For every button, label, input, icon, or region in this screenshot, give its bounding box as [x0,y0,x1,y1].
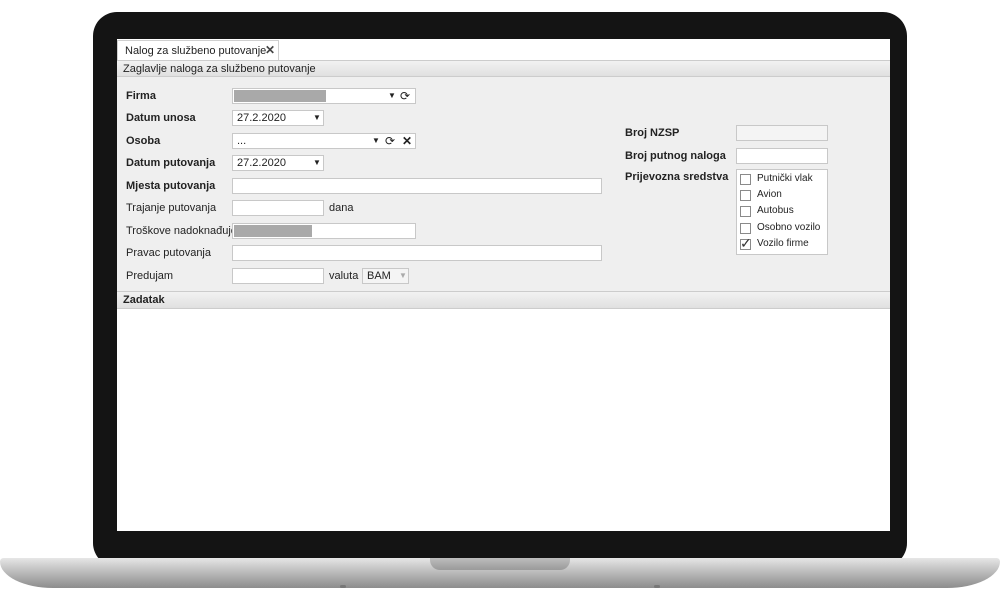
datum-putovanja-field[interactable]: 27.2.2020 ▼ [232,155,324,171]
checkmark-icon: ✓ [740,235,752,251]
firma-label: Firma [126,90,156,102]
prijevozna-sredstva-label: Prijevozna sredstva [625,171,729,183]
pravac-label: Pravac putovanja [126,247,211,259]
chevron-down-icon[interactable]: ▼ [313,158,321,167]
checkbox-box[interactable] [740,223,751,234]
broj-putnog-naloga-input[interactable] [736,148,828,164]
chevron-down-icon[interactable]: ▼ [313,113,321,122]
predujam-input[interactable] [232,268,324,284]
predujam-label: Predujam [126,270,174,282]
firma-redacted-value [234,90,326,102]
valuta-value: BAM [367,270,391,282]
broj-nzsp-label: Broj NZSP [625,127,680,139]
datum-unosa-field[interactable]: 27.2.2020 ▼ [232,110,324,126]
tab-label: Nalog za službeno putovanje [125,45,267,57]
checkbox-box[interactable] [740,174,751,185]
checkbox-label: Vozilo firme [757,238,809,249]
trajanje-label: Trajanje putovanja [126,202,217,214]
travel-order-form: Firma ▼ ⟳ Datum unosa 27.2.2020 ▼ Osoba … [117,77,890,291]
section-title: Zaglavlje naloga za službeno putovanje [123,63,316,75]
header-section-title: Zaglavlje naloga za službeno putovanje [117,60,890,77]
osoba-select[interactable]: ... ▼ ⟳ ✕ [232,133,416,149]
trajanje-input[interactable] [232,200,324,216]
troskove-redacted-value [234,225,312,237]
laptop-foot [340,585,346,588]
tab-bar: Nalog za službeno putovanje ✕ [117,39,890,61]
trajanje-unit: dana [329,202,354,214]
broj-putnog-naloga-label: Broj putnog naloga [625,150,726,162]
refresh-icon[interactable]: ⟳ [385,134,395,148]
close-icon[interactable]: ✕ [402,134,412,148]
troskove-select[interactable] [232,223,416,239]
checkbox-box[interactable] [740,206,751,217]
datum-putovanja-value: 27.2.2020 [237,157,286,169]
tab-nalog[interactable]: Nalog za službeno putovanje ✕ [117,40,279,60]
chevron-down-icon[interactable]: ▼ [388,91,396,100]
checkbox-label: Avion [757,189,782,200]
task-section-title: Zadatak [123,294,165,306]
firma-select[interactable]: ▼ ⟳ [232,88,416,104]
valuta-label: valuta [329,270,359,282]
laptop-foot [654,585,660,588]
mjesta-putovanja-input[interactable] [232,178,602,194]
osoba-value: ... [237,135,247,147]
osoba-label: Osoba [126,135,161,147]
checkbox-label: Putnički vlak [757,173,813,184]
chevron-down-icon[interactable]: ▼ [372,136,380,145]
checkbox-label: Osobno vozilo [757,222,821,233]
task-area[interactable] [117,309,890,531]
laptop-notch [430,558,570,570]
broj-nzsp-field [736,125,828,141]
mjesta-putovanja-label: Mjesta putovanja [126,180,216,192]
checkbox-box[interactable] [740,190,751,201]
valuta-select[interactable]: BAM ▼ [362,268,409,284]
troskove-label: Troškove nadoknađuje [126,225,237,237]
close-icon[interactable]: ✕ [265,43,275,57]
app-screen: Nalog za službeno putovanje ✕ Zaglavlje … [117,39,890,531]
task-section-header: Zadatak [117,291,890,309]
datum-unosa-value: 27.2.2020 [237,112,286,124]
prijevozna-sredstva-list: Putnički vlak Avion Autobus Osobno vozil… [736,169,828,255]
chevron-down-icon[interactable]: ▼ [399,271,407,280]
datum-unosa-label: Datum unosa [126,112,196,124]
pravac-input[interactable] [232,245,602,261]
checkbox-box[interactable]: ✓ [740,235,752,251]
refresh-icon[interactable]: ⟳ [400,89,410,103]
checkbox-label: Autobus [757,205,794,216]
datum-putovanja-label: Datum putovanja [126,157,216,169]
